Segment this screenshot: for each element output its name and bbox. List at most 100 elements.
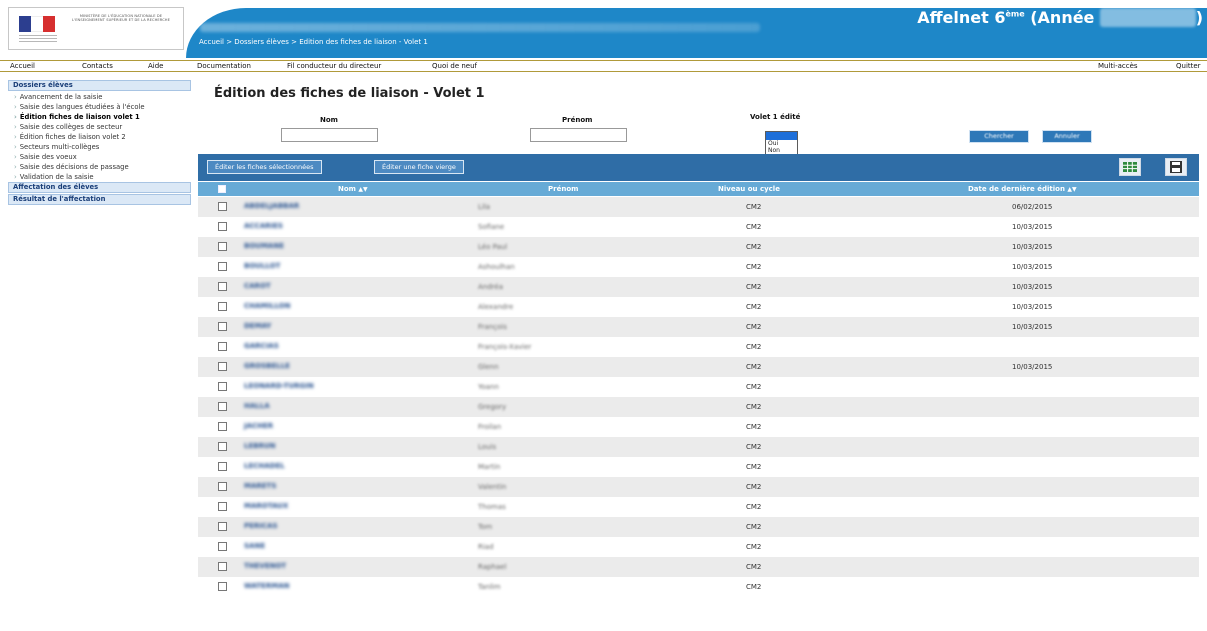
- row-checkbox[interactable]: [218, 322, 227, 331]
- student-name-link[interactable]: ACCARIES: [244, 222, 283, 230]
- student-name-link[interactable]: CHAMILLON: [244, 302, 290, 310]
- row-checkbox[interactable]: [218, 502, 227, 511]
- menu-contacts[interactable]: Contacts: [82, 62, 113, 70]
- student-name-link[interactable]: CAROT: [244, 282, 271, 290]
- student-name-link[interactable]: HALLA: [244, 402, 270, 410]
- row-checkbox[interactable]: [218, 582, 227, 591]
- select-all-checkbox[interactable]: [218, 185, 226, 193]
- cancel-button[interactable]: Annuler: [1042, 130, 1092, 143]
- student-level: CM2: [746, 563, 762, 571]
- student-firstname: François: [478, 323, 507, 331]
- row-checkbox[interactable]: [218, 422, 227, 431]
- menu-quoi-de-neuf[interactable]: Quoi de neuf: [432, 62, 477, 70]
- column-niveau[interactable]: Niveau ou cycle: [718, 185, 780, 193]
- breadcrumb: Accueil > Dossiers élèves > Edition des …: [199, 38, 428, 46]
- nom-label: Nom: [320, 116, 338, 124]
- sidebar-item-multi-colleges[interactable]: Secteurs multi-collèges: [8, 142, 191, 152]
- student-name-link[interactable]: WATERMAN: [244, 582, 289, 590]
- student-name-link[interactable]: MARETS: [244, 482, 276, 490]
- last-edit-date: 06/02/2015: [1012, 203, 1053, 211]
- volet-option-oui[interactable]: Oui: [766, 140, 797, 147]
- menu-fil-conducteur[interactable]: Fil conducteur du directeur: [287, 62, 381, 70]
- sort-icon[interactable]: ▲▼: [1067, 186, 1076, 193]
- volet-option-non[interactable]: Non: [766, 147, 797, 154]
- column-date[interactable]: Date de dernière édition ▲▼: [968, 185, 1077, 193]
- row-checkbox[interactable]: [218, 302, 227, 311]
- sort-icon[interactable]: ▲▼: [358, 186, 367, 193]
- search-button[interactable]: Chercher: [969, 130, 1029, 143]
- edit-blank-button[interactable]: Éditer une fiche vierge: [374, 160, 464, 174]
- student-name-link[interactable]: THEVENOT: [244, 562, 286, 570]
- row-checkbox[interactable]: [218, 382, 227, 391]
- grid-view-icon[interactable]: [1119, 158, 1141, 176]
- sidebar-section-resultat[interactable]: Résultat de l'affectation: [8, 194, 191, 205]
- table-row: GROSBELLE Glenn CM2 10/03/2015: [198, 357, 1199, 377]
- row-checkbox[interactable]: [218, 342, 227, 351]
- student-name-link[interactable]: ABDELJABBAR: [244, 202, 299, 210]
- nom-input[interactable]: [281, 128, 378, 142]
- row-checkbox[interactable]: [218, 522, 227, 531]
- row-checkbox[interactable]: [218, 242, 227, 251]
- row-checkbox[interactable]: [218, 222, 227, 231]
- student-name-link[interactable]: BOULLOT: [244, 262, 280, 270]
- table-toolbar: Éditer les fiches sélectionnées Éditer u…: [198, 154, 1199, 181]
- row-checkbox[interactable]: [218, 442, 227, 451]
- sidebar-section-dossiers[interactable]: Dossiers élèves: [8, 80, 191, 91]
- sidebar-item-decisions[interactable]: Saisie des décisions de passage: [8, 162, 191, 172]
- menu-documentation[interactable]: Documentation: [197, 62, 251, 70]
- prenom-input[interactable]: [530, 128, 627, 142]
- student-name-link[interactable]: JACHER: [244, 422, 273, 430]
- student-name-link[interactable]: PERICAS: [244, 522, 278, 530]
- sidebar-item-avancement[interactable]: Avancement de la saisie: [8, 92, 191, 102]
- table-row: LECHADEL Martin CM2: [198, 457, 1199, 477]
- menu-aide[interactable]: Aide: [148, 62, 163, 70]
- edit-selected-button[interactable]: Éditer les fiches sélectionnées: [207, 160, 322, 174]
- row-checkbox[interactable]: [218, 202, 227, 211]
- table-row: ABDELJABBAR Lila CM2 06/02/2015: [198, 197, 1199, 217]
- table-row: CHAMILLON Alexandre CM2 10/03/2015: [198, 297, 1199, 317]
- student-name-link[interactable]: MAROTAUX: [244, 502, 288, 510]
- print-icon[interactable]: [1165, 158, 1187, 176]
- sidebar-item-fiches-volet1[interactable]: Édition fiches de liaison volet 1: [8, 112, 191, 122]
- sidebar-section-affectation[interactable]: Affectation des élèves: [8, 182, 191, 193]
- column-nom[interactable]: Nom ▲▼: [338, 185, 368, 193]
- sidebar-item-colleges-secteur[interactable]: Saisie des collèges de secteur: [8, 122, 191, 132]
- row-checkbox[interactable]: [218, 542, 227, 551]
- menu-quitter[interactable]: Quitter: [1176, 62, 1201, 70]
- student-firstname: Martin: [478, 463, 501, 471]
- table-row: CAROT Andréa CM2 10/03/2015: [198, 277, 1199, 297]
- sidebar-item-validation[interactable]: Validation de la saisie: [8, 172, 191, 182]
- ministry-logo: MINISTÈRE DE L'ÉDUCATION NATIONALE DE L'…: [8, 7, 184, 50]
- student-name-link[interactable]: LEBRUN: [244, 442, 276, 450]
- student-name-link[interactable]: SANE: [244, 542, 265, 550]
- student-name-link[interactable]: LECHADEL: [244, 462, 285, 470]
- student-level: CM2: [746, 383, 762, 391]
- sidebar-item-fiches-volet2[interactable]: Édition fiches de liaison volet 2: [8, 132, 191, 142]
- student-name-link[interactable]: GROSBELLE: [244, 362, 290, 370]
- menu-multi-acces[interactable]: Multi-accès: [1098, 62, 1138, 70]
- student-name-link[interactable]: GARCIAS: [244, 342, 279, 350]
- column-prenom[interactable]: Prénom: [548, 185, 578, 193]
- school-year: 2015-2016: [1099, 8, 1196, 27]
- student-level: CM2: [746, 463, 762, 471]
- student-name-link[interactable]: DEMAY: [244, 322, 271, 330]
- row-checkbox[interactable]: [218, 482, 227, 491]
- student-name-link[interactable]: BOUMANE: [244, 242, 284, 250]
- row-checkbox[interactable]: [218, 362, 227, 371]
- menu-accueil[interactable]: Accueil: [10, 62, 35, 70]
- row-checkbox[interactable]: [218, 402, 227, 411]
- volet-option-empty[interactable]: [766, 132, 797, 140]
- student-level: CM2: [746, 583, 762, 591]
- student-name-link[interactable]: LEONARD-TURGIN: [244, 382, 314, 390]
- student-level: CM2: [746, 483, 762, 491]
- sidebar-item-langues[interactable]: Saisie des langues étudiées à l'école: [8, 102, 191, 112]
- sidebar-item-voeux[interactable]: Saisie des voeux: [8, 152, 191, 162]
- row-checkbox[interactable]: [218, 462, 227, 471]
- student-level: CM2: [746, 303, 762, 311]
- student-firstname: Tanlim: [478, 583, 501, 591]
- row-checkbox[interactable]: [218, 262, 227, 271]
- header: MINISTÈRE DE L'ÉDUCATION NATIONALE DE L'…: [0, 0, 1207, 58]
- table-row: BOULLOT Ashoulhan CM2 10/03/2015: [198, 257, 1199, 277]
- row-checkbox[interactable]: [218, 282, 227, 291]
- row-checkbox[interactable]: [218, 562, 227, 571]
